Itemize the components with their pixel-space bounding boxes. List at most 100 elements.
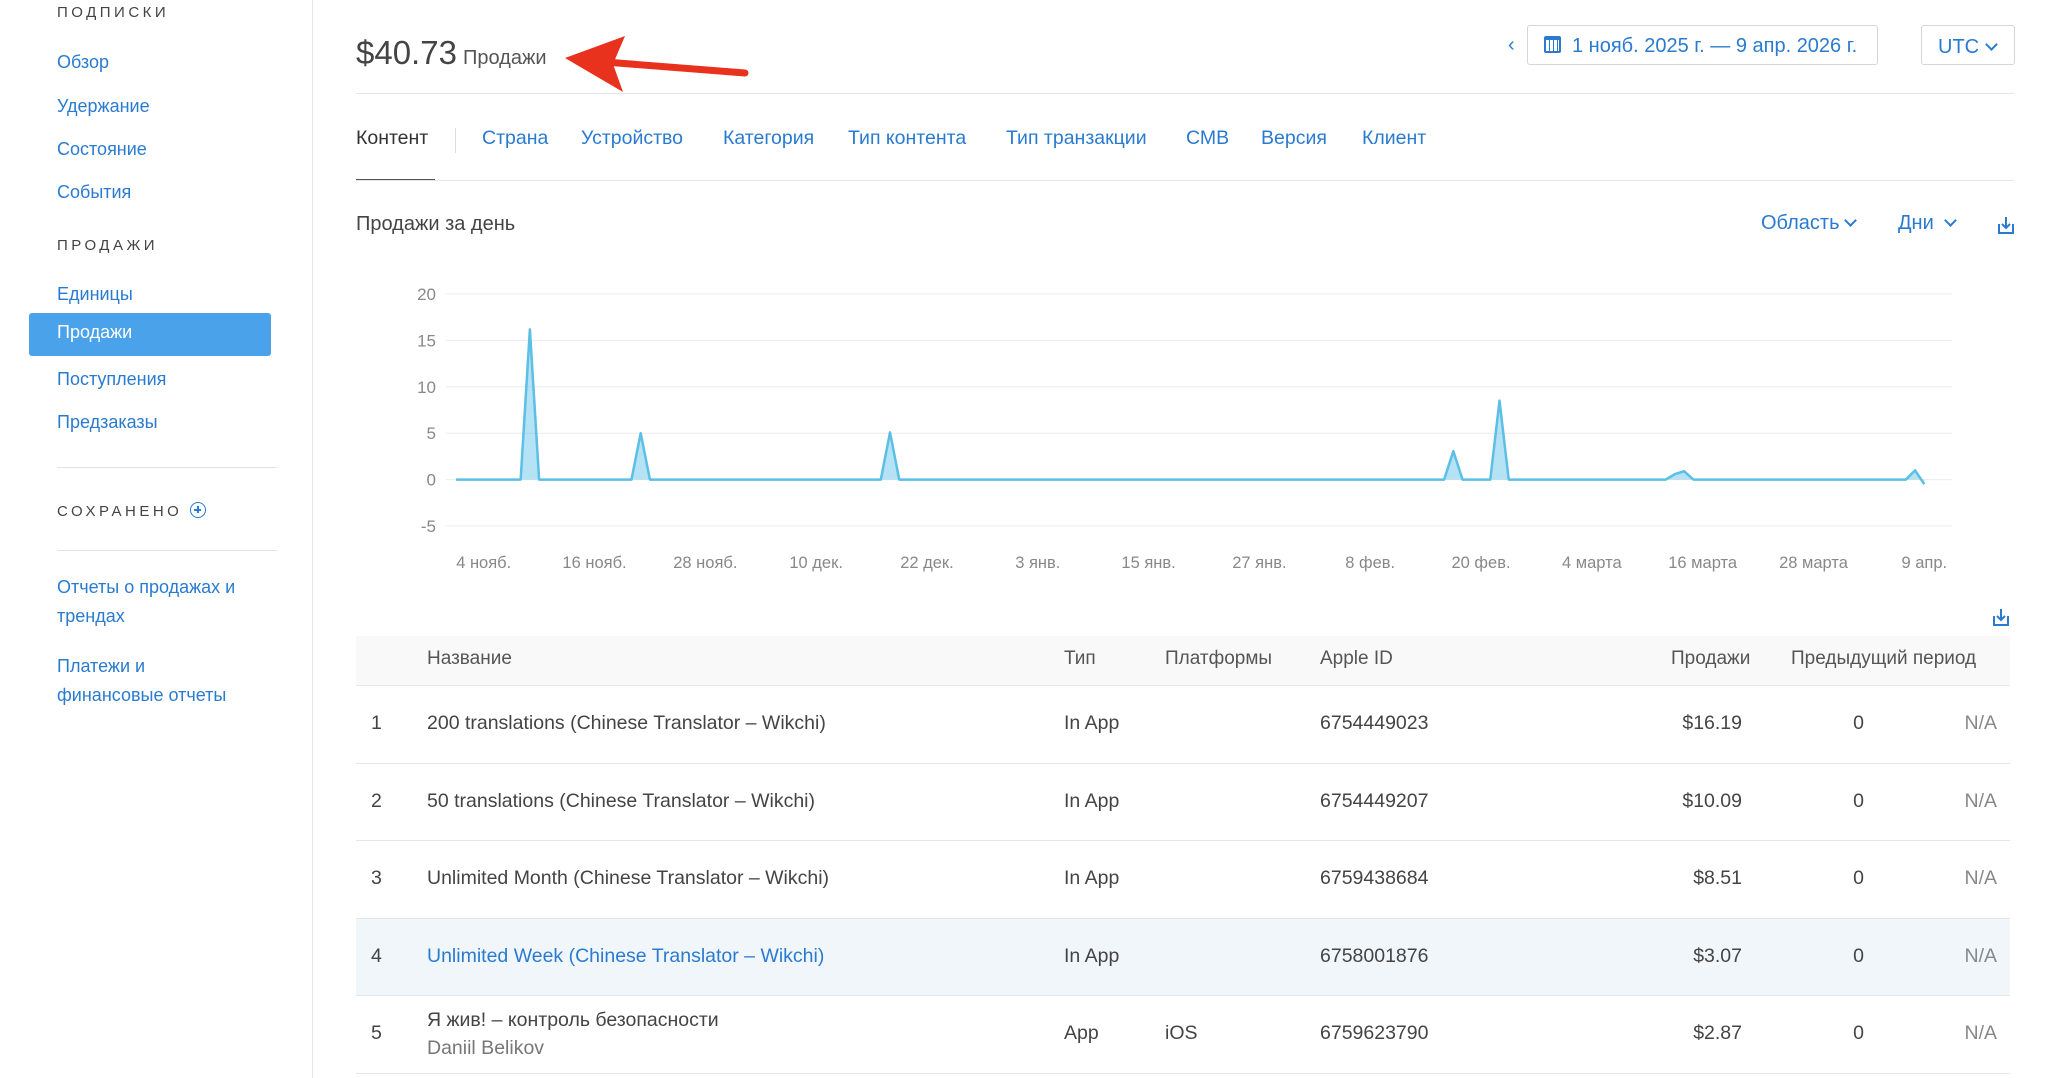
chevron-down-icon: [1843, 214, 1857, 227]
row-name[interactable]: 200 translations (Chinese Translator – W…: [427, 712, 826, 735]
tab-category[interactable]: Категория: [723, 127, 814, 150]
col-header-type[interactable]: Тип: [1064, 648, 1096, 670]
sidebar-item-retention[interactable]: Удержание: [57, 92, 150, 121]
tab-cmb[interactable]: СМВ: [1186, 127, 1229, 150]
row-name[interactable]: Unlimited Month (Chinese Translator – Wi…: [427, 867, 829, 890]
row-sales: $10.09: [1682, 789, 1742, 812]
row-rank: 3: [371, 867, 382, 889]
sidebar-item-units[interactable]: Единицы: [57, 280, 133, 309]
col-header-sales[interactable]: Продажи: [1671, 648, 1750, 670]
row-sales: $2.87: [1693, 1022, 1742, 1044]
table-row[interactable]: Unlimited Week (Chinese Translator – Wik…: [356, 918, 2010, 996]
tab-client[interactable]: Клиент: [1362, 127, 1426, 150]
tab-device[interactable]: Устройство: [581, 127, 683, 150]
x-tick-label: 10 дек.: [789, 554, 843, 572]
row-previous: 0: [1853, 789, 1864, 812]
x-tick-label: 4 нояб.: [456, 554, 511, 572]
header-divider: [356, 93, 2014, 94]
row-rank: 4: [371, 944, 382, 967]
row-rank: 5: [371, 1022, 382, 1044]
sidebar-item-sales-label: Продажи: [57, 322, 133, 342]
row-sales: $8.51: [1693, 867, 1742, 889]
timezone-label: UTC: [1938, 36, 1980, 58]
row-change: N/A: [1964, 867, 1997, 889]
x-tick-label: 28 нояб.: [673, 554, 737, 572]
row-change: N/A: [1964, 944, 1997, 967]
download-chart-icon[interactable]: [1997, 215, 2015, 235]
chevron-down-icon: [1943, 214, 1957, 227]
table-header: Название Тип Платформы Apple ID Продажи …: [356, 636, 2010, 686]
chart-type-dropdown[interactable]: Область: [1761, 212, 1857, 235]
date-range-label: 1 нояб. 2025 г. — 9 апр. 2026 г.: [1572, 35, 1858, 57]
tab-separator: [455, 128, 456, 153]
row-type: In App: [1064, 944, 1120, 967]
row-sales: $16.19: [1682, 712, 1742, 734]
row-rank: 2: [371, 789, 382, 812]
col-header-name[interactable]: Название: [427, 648, 512, 670]
date-range-picker[interactable]: 1 нояб. 2025 г. — 9 апр. 2026 г.: [1527, 25, 1878, 65]
interval-dropdown[interactable]: Дни: [1898, 212, 1957, 235]
timezone-select[interactable]: UTC: [1921, 25, 2015, 65]
row-apple-id: 6758001876: [1320, 944, 1429, 967]
row-previous: 0: [1853, 712, 1864, 734]
row-previous: 0: [1853, 1022, 1864, 1044]
tab-country[interactable]: Страна: [482, 127, 548, 150]
sidebar-section-subscriptions: ПОДПИСКИ: [57, 4, 170, 21]
row-change: N/A: [1964, 789, 1997, 812]
tab-content[interactable]: Контент: [356, 127, 428, 150]
row-name[interactable]: Я жив! – контроль безопасности: [427, 1009, 719, 1032]
row-name[interactable]: 50 translations (Chinese Translator – Wi…: [427, 790, 815, 813]
add-saved-icon[interactable]: [190, 502, 207, 518]
row-type: In App: [1064, 789, 1120, 812]
x-tick-label: 15 янв.: [1121, 554, 1175, 572]
col-header-previous-period[interactable]: Предыдущий период: [1791, 648, 1976, 670]
y-tick-label: 5: [427, 424, 436, 443]
sidebar-divider: [57, 550, 277, 551]
interval-label: Дни: [1898, 212, 1934, 234]
sidebar-link-sales-trends-line1[interactable]: Отчеты о продажах и: [57, 573, 235, 602]
chart-title: Продажи за день: [356, 213, 516, 235]
sidebar-item-events[interactable]: События: [57, 178, 131, 207]
x-tick-label: 20 фев.: [1452, 554, 1511, 572]
red-arrow-annotation: [565, 36, 749, 92]
row-type: In App: [1064, 712, 1120, 734]
chart-type-label: Область: [1761, 212, 1840, 234]
sidebar-link-payments-line1[interactable]: Платежи и: [57, 652, 145, 681]
y-tick-label: 15: [417, 331, 436, 350]
sidebar-link-sales-trends-line2[interactable]: трендах: [57, 602, 125, 631]
row-developer: Daniil Belikov: [427, 1037, 545, 1059]
total-label: Продажи: [463, 47, 547, 69]
table-row[interactable]: Я жив! – контроль безопасности Daniil Bel…: [356, 996, 2010, 1074]
sidebar-link-payments-line2[interactable]: финансовые отчеты: [57, 681, 226, 710]
row-rank: 1: [371, 712, 382, 734]
row-previous: 0: [1853, 944, 1864, 967]
row-type: In App: [1064, 867, 1120, 889]
x-tick-label: 8 фев.: [1345, 554, 1395, 572]
tab-transaction-type[interactable]: Тип транзакции: [1006, 127, 1147, 150]
download-table-icon[interactable]: [1992, 607, 2010, 627]
table-row[interactable]: 200 translations (Chinese Translator – W…: [356, 686, 2010, 764]
y-tick-label: 20: [417, 285, 436, 304]
y-tick-label: 0: [427, 471, 436, 490]
sidebar-item-preorders[interactable]: Предзаказы: [57, 408, 158, 437]
saved-label: СОХРАНЕНО: [57, 503, 183, 520]
x-tick-label: 4 марта: [1562, 554, 1622, 572]
row-name[interactable]: Unlimited Week (Chinese Translator – Wik…: [427, 945, 824, 968]
sidebar-item-proceeds[interactable]: Поступления: [57, 365, 166, 394]
col-header-apple-id[interactable]: Apple ID: [1320, 648, 1393, 670]
row-platform: iOS: [1165, 1022, 1198, 1044]
col-header-platforms[interactable]: Платформы: [1165, 648, 1272, 670]
sidebar-divider: [57, 467, 277, 468]
tab-version[interactable]: Версия: [1261, 127, 1327, 150]
row-sales: $3.07: [1693, 944, 1742, 967]
sidebar-item-overview[interactable]: Обзор: [57, 48, 109, 77]
tab-content-type[interactable]: Тип контента: [848, 127, 966, 150]
x-tick-label: 27 янв.: [1232, 554, 1286, 572]
table-row[interactable]: Unlimited Month (Chinese Translator – Wi…: [356, 841, 2010, 919]
x-tick-label: 16 нояб.: [562, 554, 626, 572]
calendar-icon: [1544, 36, 1561, 53]
date-prev-chevron-icon[interactable]: ‹: [1508, 34, 1528, 60]
sidebar-item-status[interactable]: Состояние: [57, 135, 147, 164]
row-change: N/A: [1964, 712, 1997, 734]
table-row[interactable]: 50 translations (Chinese Translator – Wi…: [356, 764, 2010, 841]
